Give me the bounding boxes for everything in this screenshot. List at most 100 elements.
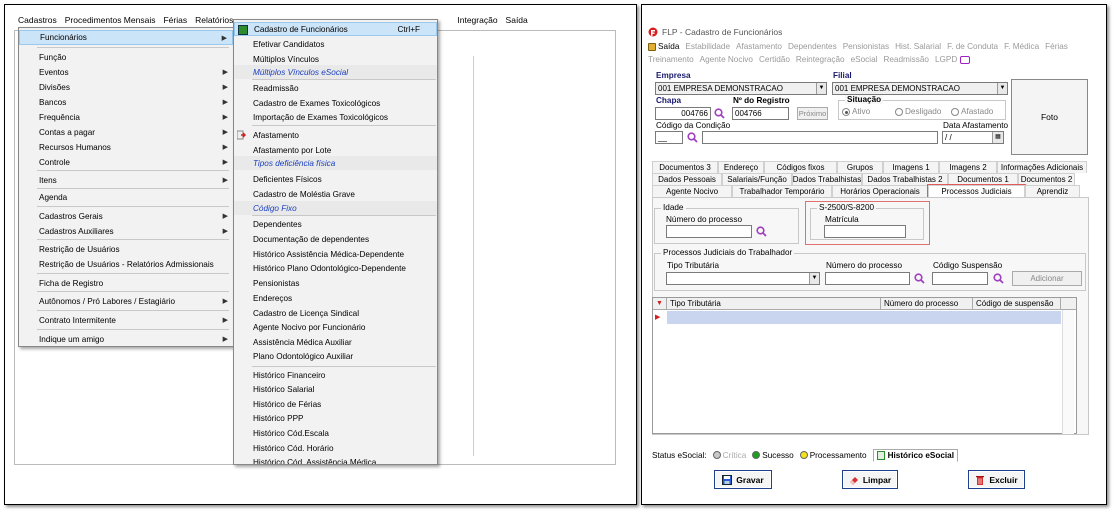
- tab-dados-trabalhistas[interactable]: Dados Trabalhistas: [792, 173, 862, 185]
- submenu-item-multiplos-vinculos[interactable]: Múltiplos Vínculos: [234, 52, 437, 66]
- search-icon[interactable]: [914, 273, 925, 284]
- submenu-item-enderecos[interactable]: Endereços: [234, 291, 437, 305]
- menu-item-divisoes[interactable]: Divisões ▶: [19, 80, 233, 95]
- submenu-item-documentacao-de-dependentes[interactable]: Documentação de dependentes: [234, 232, 437, 246]
- menu-saida[interactable]: Saída: [502, 15, 532, 25]
- tab-documentos-3[interactable]: Documentos 3: [652, 161, 718, 173]
- numero-processo-input[interactable]: [666, 225, 752, 238]
- menu-procedimentos-mensais[interactable]: Procedimentos Mensais: [61, 15, 160, 25]
- matricula-input[interactable]: [824, 225, 906, 238]
- tab-dados-trabalhistas-2[interactable]: Dados Trabalhistas 2: [862, 173, 948, 185]
- submenu-item-deficientes-fisicos[interactable]: Deficientes Físicos: [234, 172, 437, 186]
- tab-historico-esocial[interactable]: Histórico eSocial: [872, 448, 959, 462]
- submenu-item-pensionistas[interactable]: Pensionistas: [234, 276, 437, 290]
- toolbar-esocial[interactable]: eSocial: [851, 53, 878, 66]
- submenu-item-historico-de-ferias[interactable]: Histórico de Férias: [234, 397, 437, 411]
- submenu-item-historico-cod-escala[interactable]: Histórico Cód.Escala: [234, 426, 437, 440]
- submenu-item-plano-odontologico-auxiliar[interactable]: Plano Odontológico Auxiliar: [234, 349, 437, 363]
- toolbar-lgpd[interactable]: LGPD: [935, 53, 976, 66]
- toolbar-hist-salarial[interactable]: Hist. Salarial: [895, 40, 941, 53]
- menu-item-funcionarios[interactable]: Funcionários ▶: [19, 30, 233, 45]
- submenu-item-cadastro-de-licenca-sindical[interactable]: Cadastro de Licença Sindical: [234, 306, 437, 320]
- submenu-item-cadastro-de-molestia-grave[interactable]: Cadastro de Moléstia Grave: [234, 187, 437, 201]
- limpar-button[interactable]: Limpar: [842, 470, 898, 489]
- submenu-item-afastamento[interactable]: Afastamento: [234, 128, 437, 142]
- tab-horarios-operacionais[interactable]: Horários Operacionais: [832, 185, 928, 197]
- menu-item-contrato-intermitente[interactable]: Contrato Intermitente ▶: [19, 313, 233, 328]
- menu-item-eventos[interactable]: Eventos ▶: [19, 65, 233, 80]
- tab-informacoes-adicionais[interactable]: Informações Adicionais: [997, 161, 1087, 173]
- toolbar-saida[interactable]: Saída: [648, 40, 679, 53]
- tab-agente-nocivo[interactable]: Agente Nocivo: [652, 185, 732, 197]
- toolbar-dependentes[interactable]: Dependentes: [788, 40, 837, 53]
- adicionar-button[interactable]: Adicionar: [1012, 271, 1082, 286]
- tab-salariais-funcao[interactable]: Salariais/Função: [722, 173, 792, 185]
- tab-grupos[interactable]: Grupos: [837, 161, 883, 173]
- condicao-input[interactable]: __: [655, 131, 683, 144]
- toolbar-ferias[interactable]: Férias: [1045, 40, 1068, 53]
- submenu-item-dependentes[interactable]: Dependentes: [234, 217, 437, 231]
- toolbar-readmissao[interactable]: Readmissão: [883, 53, 929, 66]
- col-tipo-tributaria[interactable]: Tipo Tributária: [667, 298, 881, 309]
- menu-item-controle[interactable]: Controle ▶: [19, 155, 233, 170]
- menu-item-autonomos-pro-labores-estagiario[interactable]: Autônomos / Pró Labores / Estagiário ▶: [19, 294, 233, 309]
- submenu-item-codigo-fixo[interactable]: Código Fixo: [234, 201, 437, 215]
- menu-item-bancos[interactable]: Bancos ▶: [19, 95, 233, 110]
- menu-item-cadastros-auxiliares[interactable]: Cadastros Auxiliares ▶: [19, 224, 233, 239]
- registro-input[interactable]: 004766: [732, 107, 789, 120]
- menu-item-itens[interactable]: Itens ▶: [19, 173, 233, 188]
- menu-item-restricao-de-usuarios-relatorios-admissionais[interactable]: Restrição de Usuários - Relatórios Admis…: [19, 257, 233, 272]
- menu-integracao[interactable]: Integração: [453, 15, 501, 25]
- photo-box[interactable]: Foto: [1011, 79, 1088, 155]
- calendar-icon[interactable]: ▦: [992, 132, 1003, 143]
- menu-item-contas-a-pagar[interactable]: Contas a pagar ▶: [19, 125, 233, 140]
- tab-imagens-1[interactable]: Imagens 1: [883, 161, 939, 173]
- search-icon[interactable]: [756, 226, 767, 237]
- menu-item-funcao[interactable]: Função: [19, 50, 233, 65]
- excluir-button[interactable]: Excluir: [968, 470, 1025, 489]
- col-numero-processo[interactable]: Número do processo: [881, 298, 973, 309]
- menu-relatorios[interactable]: Relatórios: [191, 15, 237, 25]
- submenu-item-historico-salarial[interactable]: Histórico Salarial: [234, 382, 437, 396]
- submenu-item-cadastro-de-exames-toxicologicos[interactable]: Cadastro de Exames Toxicológicos: [234, 96, 437, 110]
- search-icon[interactable]: [993, 273, 1004, 284]
- submenu-item-agente-nocivo-por-funcionario[interactable]: Agente Nocivo por Funcionário: [234, 320, 437, 334]
- tab-codigos-fixos[interactable]: Códigos fixos: [764, 161, 837, 173]
- tab-endereco[interactable]: Endereço: [718, 161, 764, 173]
- menu-item-agenda[interactable]: Agenda: [19, 190, 233, 205]
- toolbar-f-medica[interactable]: F. Médica: [1004, 40, 1039, 53]
- tab-imagens-2[interactable]: Imagens 2: [939, 161, 997, 173]
- toolbar-certidao[interactable]: Certidão: [759, 53, 790, 66]
- submenu-item-efetivar-candidatos[interactable]: Efetivar Candidatos: [234, 37, 437, 51]
- submenu-item-historico-ppp[interactable]: Histórico PPP: [234, 411, 437, 425]
- toolbar-pensionistas[interactable]: Pensionistas: [843, 40, 889, 53]
- submenu-item-historico-financeiro[interactable]: Histórico Financeiro: [234, 368, 437, 382]
- filial-select[interactable]: 001 EMPRESA DEMONSTRACAO ▼: [832, 82, 1008, 95]
- tipo-tributaria-select[interactable]: ▼: [666, 272, 820, 285]
- tab-trabalhador-temporario[interactable]: Trabalhador Temporário: [732, 185, 832, 197]
- situacao-desligado[interactable]: Desligado: [895, 107, 941, 116]
- gravar-button[interactable]: Gravar: [714, 470, 772, 489]
- submenu-item-multiplos-vinculos-esocial[interactable]: Múltiplos Vínculos eSocial: [234, 65, 437, 79]
- submenu-item-tipos-deficiencia-fisica[interactable]: Tipos deficiência física: [234, 156, 437, 170]
- toolbar-reintegracao[interactable]: Reintegração: [796, 53, 845, 66]
- submenu-item-assistencia-medica-auxiliar[interactable]: Assistência Médica Auxiliar: [234, 335, 437, 349]
- toolbar-estabilidade[interactable]: Estabilidade: [685, 40, 730, 53]
- vertical-scrollbar[interactable]: [1062, 310, 1074, 434]
- menu-ferias[interactable]: Férias: [159, 15, 191, 25]
- toolbar-f-de-conduta[interactable]: F. de Conduta: [947, 40, 998, 53]
- situacao-afastado[interactable]: Afastado: [951, 107, 993, 116]
- tab-documentos-1[interactable]: Documentos 1: [948, 173, 1018, 185]
- menu-item-frequencia[interactable]: Frequência ▶: [19, 110, 233, 125]
- toolbar-treinamento[interactable]: Treinamento: [648, 53, 694, 66]
- menu-item-recursos-humanos[interactable]: Recursos Humanos ▶: [19, 140, 233, 155]
- menu-item-restricao-de-usuarios[interactable]: Restrição de Usuários: [19, 242, 233, 257]
- tab-aprendiz[interactable]: Aprendiz: [1025, 185, 1080, 197]
- menu-item-ficha-de-registro[interactable]: Ficha de Registro: [19, 276, 233, 291]
- menu-cadastros[interactable]: Cadastros: [14, 15, 61, 25]
- search-icon[interactable]: [714, 108, 725, 119]
- situacao-ativo[interactable]: Ativo: [842, 107, 870, 116]
- toolbar-afastamento[interactable]: Afastamento: [736, 40, 782, 53]
- numero-processo2-input[interactable]: [825, 272, 910, 285]
- submenu-item-cadastro-de-funcionarios[interactable]: Cadastro de Funcionários Ctrl+F: [234, 22, 437, 36]
